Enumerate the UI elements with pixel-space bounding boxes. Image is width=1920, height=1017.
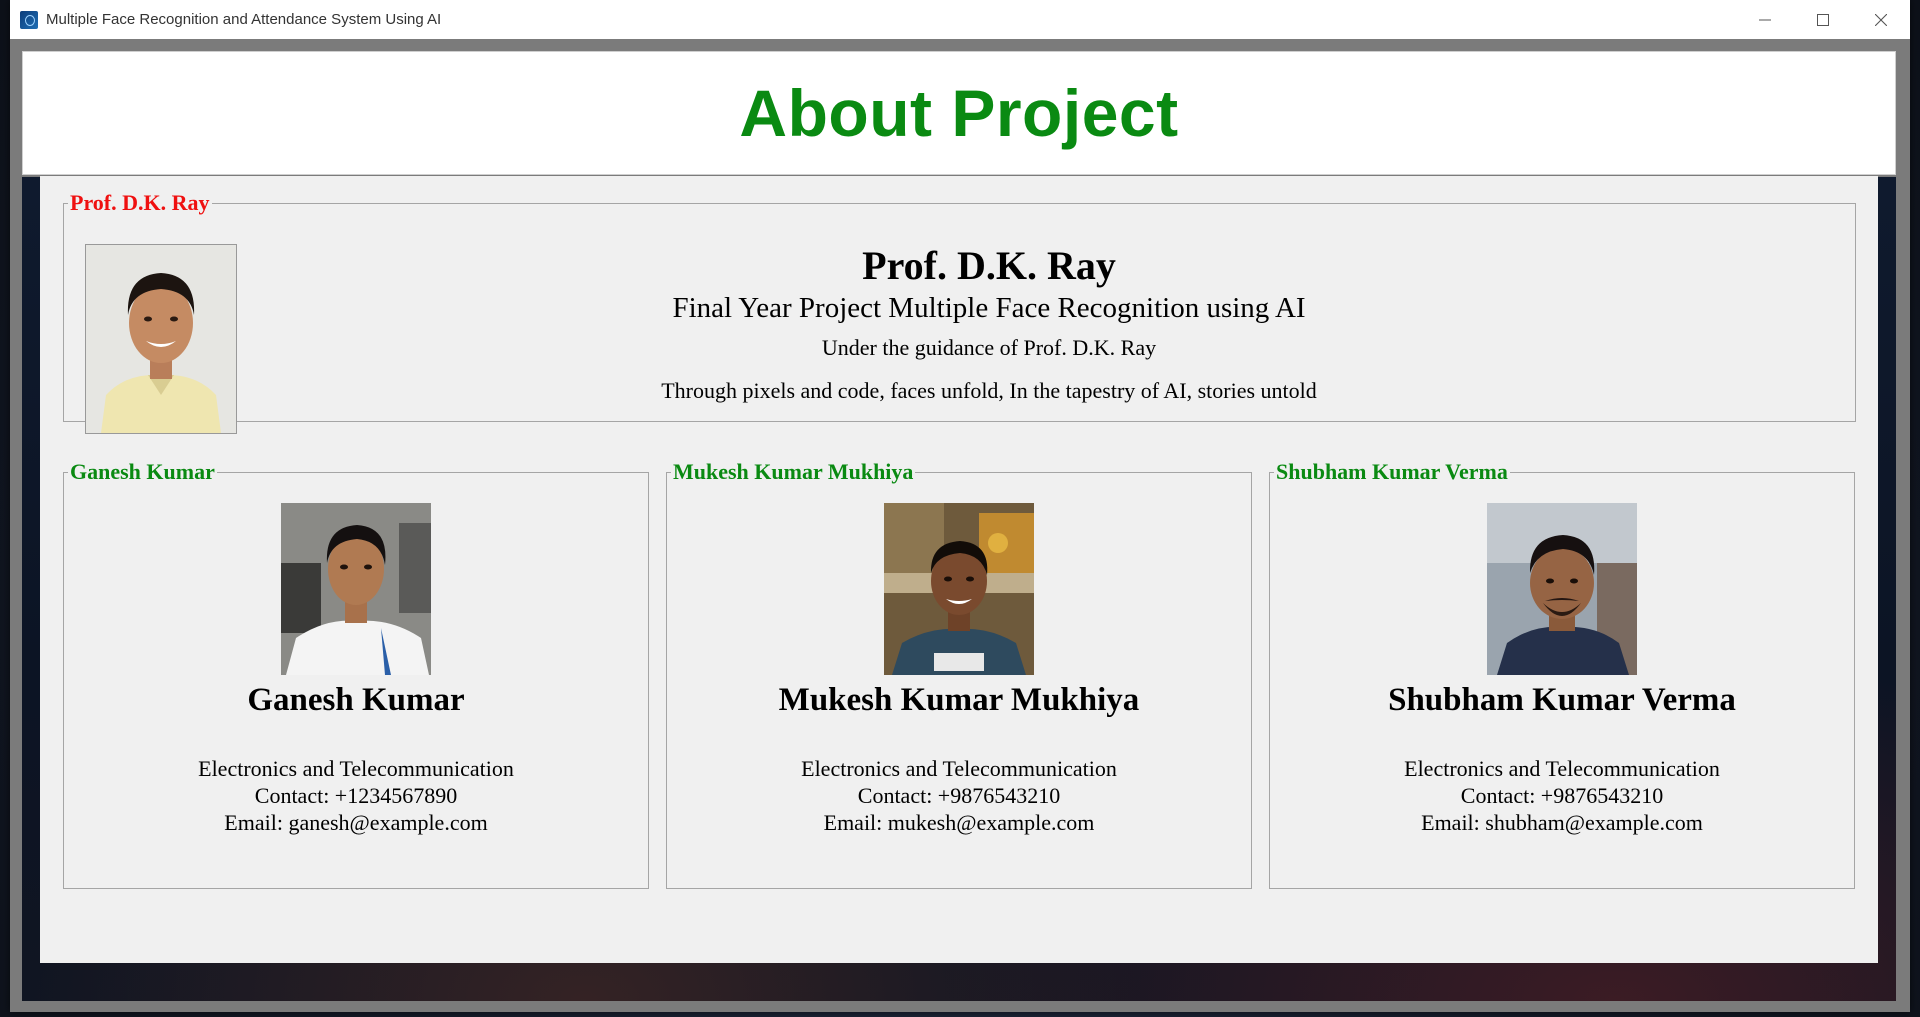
member-info: Electronics and Telecommunication Contac…	[667, 755, 1251, 836]
about-content-panel: Prof. D.K. Ray Prof. D.K. Ray Final Year…	[40, 176, 1878, 963]
member-department: Electronics and Telecommunication	[198, 756, 514, 781]
member-card: Ganesh Kumar Ganesh Kumar Electronics an…	[63, 459, 649, 889]
member-photo	[884, 503, 1034, 675]
member-contact: Contact: +9876543210	[857, 783, 1061, 808]
member-card: Shubham Kumar Verma Shubham Kumar Verma …	[1269, 459, 1855, 889]
member-legend: Mukesh Kumar Mukhiya	[673, 459, 914, 484]
header-panel: About Project	[22, 51, 1896, 175]
member-info: Electronics and Telecommunication Contac…	[1270, 755, 1854, 836]
guide-photo	[85, 244, 237, 434]
guide-text-block: Prof. D.K. Ray Final Year Project Multip…	[314, 236, 1664, 405]
member-card: Mukesh Kumar Mukhiya Mukesh Kumar Mukhiy…	[666, 459, 1252, 889]
member-email: Email: ganesh@example.com	[224, 810, 488, 835]
member-department: Electronics and Telecommunication	[1404, 756, 1720, 781]
close-button[interactable]	[1852, 0, 1910, 39]
member-email: Email: mukesh@example.com	[823, 810, 1095, 835]
member-email: Email: shubham@example.com	[1421, 810, 1703, 835]
app-window: Multiple Face Recognition and Attendance…	[10, 0, 1910, 1012]
member-contact: Contact: +1234567890	[254, 783, 458, 808]
member-info: Electronics and Telecommunication Contac…	[64, 755, 648, 836]
minimize-icon	[1759, 19, 1771, 20]
window-title: Multiple Face Recognition and Attendance…	[46, 11, 442, 28]
member-name: Shubham Kumar Verma	[1388, 682, 1736, 718]
member-name: Mukesh Kumar Mukhiya	[778, 682, 1140, 718]
page-title: About Project	[739, 76, 1179, 150]
project-quote: Through pixels and code, faces unfold, I…	[661, 378, 1317, 403]
guide-name: Prof. D.K. Ray	[862, 243, 1116, 288]
project-subtitle: Final Year Project Multiple Face Recogni…	[672, 292, 1306, 324]
title-bar[interactable]: Multiple Face Recognition and Attendance…	[10, 0, 1910, 39]
member-contact: Contact: +9876543210	[1460, 783, 1664, 808]
member-legend: Shubham Kumar Verma	[1276, 459, 1508, 484]
guide-legend: Prof. D.K. Ray	[70, 190, 210, 215]
member-department: Electronics and Telecommunication	[801, 756, 1117, 781]
close-icon	[1875, 13, 1887, 26]
member-legend: Ganesh Kumar	[70, 459, 215, 484]
window-client-area: About Project Prof. D.K. Ray Prof. D.K. …	[10, 39, 1910, 1012]
maximize-button[interactable]	[1794, 0, 1852, 39]
member-photo	[281, 503, 431, 675]
window-controls	[1736, 0, 1910, 39]
member-photo	[1487, 503, 1637, 675]
guidance-line: Under the guidance of Prof. D.K. Ray	[821, 335, 1157, 360]
app-logo-icon	[20, 10, 38, 29]
member-name: Ganesh Kumar	[247, 682, 465, 718]
guide-section: Prof. D.K. Ray Prof. D.K. Ray Final Year…	[63, 190, 1856, 434]
minimize-button[interactable]	[1736, 0, 1794, 39]
maximize-icon	[1817, 13, 1829, 26]
